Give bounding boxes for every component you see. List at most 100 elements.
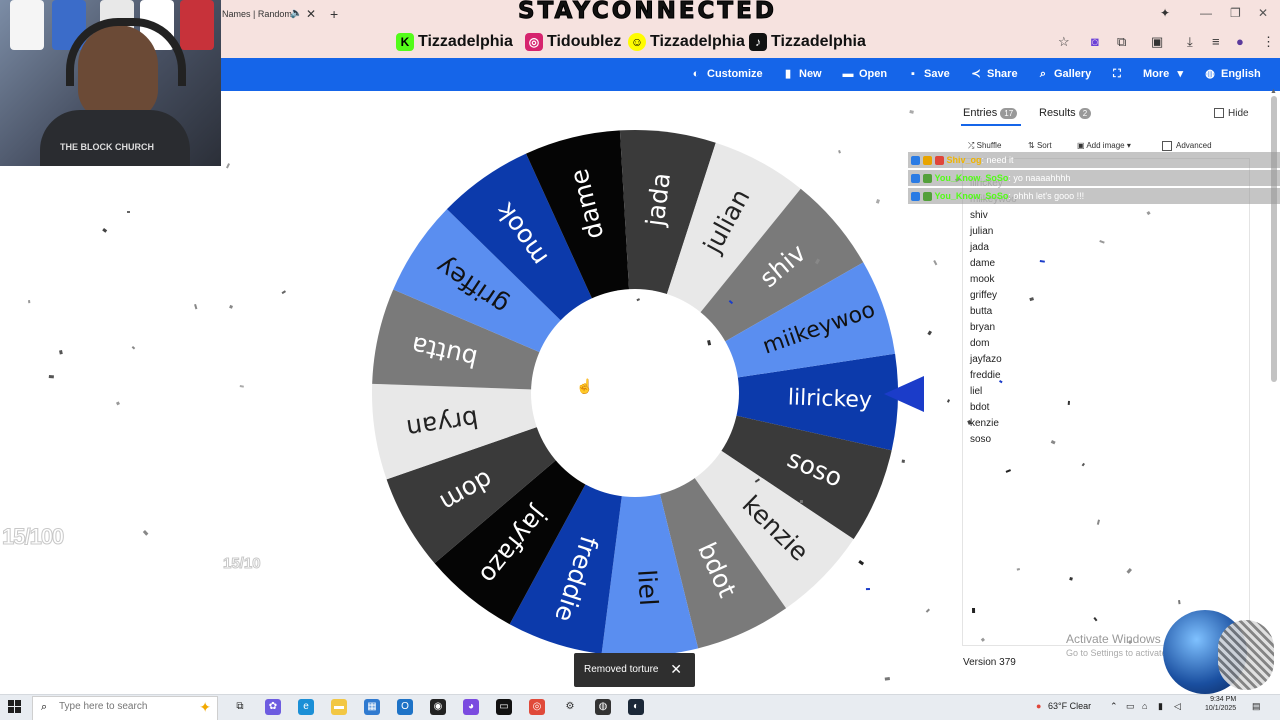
weather-text[interactable]: 63°F Clear — [1048, 701, 1091, 711]
scrollbar-thumb[interactable] — [1271, 96, 1277, 382]
media-app-icon[interactable]: ◉ — [430, 699, 446, 715]
minimize-button[interactable]: — — [1200, 6, 1212, 20]
save-button[interactable]: ▪ Save — [907, 58, 950, 91]
new-tab-button[interactable]: + — [330, 6, 338, 22]
confetti-piece — [59, 350, 63, 355]
profile-icon[interactable]: ● — [1236, 34, 1244, 49]
obs-icon[interactable]: ◍ — [595, 699, 611, 715]
browser-tab[interactable]: Names | Random 🔈 ✕ — [222, 4, 318, 24]
entry-item[interactable]: griffey — [970, 290, 997, 301]
tab-close-icon[interactable]: ✕ — [306, 7, 316, 21]
entry-item[interactable]: mook — [970, 274, 994, 285]
discord-icon[interactable]: ◕ — [463, 699, 479, 715]
network-icon[interactable]: ⌂ — [1142, 701, 1147, 711]
fullscreen-button[interactable]: ⛶ — [1111, 58, 1128, 91]
edge-icon[interactable]: e — [298, 699, 314, 715]
mic-icon[interactable]: ▮ — [1158, 701, 1163, 712]
puzzle-icon[interactable]: ⧉ — [1117, 34, 1126, 50]
windows-start-icon[interactable] — [8, 700, 22, 714]
search-icon: ⌕ — [1039, 68, 1047, 80]
toast-notification: Removed torture ✕ — [574, 653, 695, 687]
shuffle-icon: ⤮ — [968, 141, 977, 150]
entry-item[interactable]: kenzie — [970, 418, 999, 429]
copilot-icon[interactable]: ✿ — [265, 699, 281, 715]
new-label: New — [799, 68, 822, 80]
chrome-icon[interactable]: ◎ — [529, 699, 545, 715]
share-button[interactable]: ≺ Share — [970, 58, 1017, 91]
clock-date: 10/1/2025 — [1205, 705, 1237, 712]
tray-app-icon[interactable]: ▭ — [1126, 701, 1135, 712]
confetti-piece — [946, 399, 950, 403]
settings-gear-icon[interactable]: ⚙ — [562, 699, 578, 715]
tab-results[interactable]: Results 2 — [1039, 107, 1092, 119]
add-image-button[interactable]: ▣ Add image ▾ — [1077, 141, 1131, 150]
toast-close-icon[interactable]: ✕ — [670, 661, 682, 678]
shuffle-button[interactable]: ⤮ Shuffle — [968, 141, 1001, 151]
confetti-piece — [933, 259, 938, 266]
tab-entries[interactable]: Entries 17 — [963, 107, 1018, 119]
social-instagram: ◎ Tidoublez — [525, 30, 621, 54]
capcut-icon[interactable]: ▭ — [496, 699, 512, 715]
extension-star-icon[interactable]: ✦ — [1160, 6, 1170, 20]
taskbar-search[interactable]: ⌕ ✦ — [32, 696, 218, 720]
spin-wheel[interactable]: lilrickeysosokenziebdotlielfreddiejayfaz… — [370, 128, 900, 658]
advanced-checkbox[interactable]: Advanced — [1162, 141, 1212, 151]
entry-item[interactable]: dame — [970, 258, 995, 269]
bookmark-star-icon[interactable]: ☆ — [1058, 34, 1070, 50]
entry-item[interactable]: julian — [970, 226, 993, 237]
fullscreen-icon: ⛶ — [1113, 68, 1121, 80]
hide-checkbox[interactable]: Hide — [1214, 108, 1249, 119]
extension-icon[interactable]: ◙ — [1091, 34, 1099, 49]
menu-icon[interactable]: ⋮ — [1262, 34, 1275, 50]
entries-count-badge: 17 — [1000, 107, 1018, 119]
wheel-center[interactable] — [531, 289, 739, 497]
outlook-icon[interactable]: O — [397, 699, 413, 715]
download-icon[interactable]: ⤓ — [1187, 34, 1193, 50]
entries-textarea[interactable] — [962, 158, 1250, 646]
windows-taskbar: ⌕ ✦ ⧉ ✿ e ▬ ▦ O ◉ ◕ ▭ ◎ ⚙ ◍ ◐ ● 63°F Cle… — [0, 694, 1280, 720]
new-button[interactable]: ▮ New — [782, 58, 822, 91]
sidebar-icon[interactable]: ▣ — [1151, 34, 1163, 50]
entry-item[interactable]: bdot — [970, 402, 989, 413]
task-view-icon[interactable]: ⧉ — [232, 699, 248, 715]
store-icon[interactable]: ▦ — [364, 699, 380, 715]
results-count-badge: 2 — [1078, 107, 1092, 119]
wheel-segment-label: lilrickey — [787, 385, 872, 413]
tray-chevron-icon[interactable]: ⌃ — [1110, 701, 1118, 712]
close-window-button[interactable]: ✕ — [1258, 6, 1268, 20]
social-handle: Tizzadelphia — [771, 33, 866, 50]
entries-tab-label: Entries — [963, 107, 998, 119]
entry-item[interactable]: shiv — [970, 210, 988, 221]
chat-user: Shiv_og — [946, 155, 982, 165]
entry-item[interactable]: jayfazo — [970, 354, 1002, 365]
maximize-button[interactable]: ❐ — [1230, 6, 1241, 20]
sort-button[interactable]: ⇅ Sort — [1028, 141, 1052, 150]
open-button[interactable]: ▬ Open — [842, 58, 888, 91]
file-explorer-icon[interactable]: ▬ — [331, 699, 347, 715]
entry-item[interactable]: liel — [970, 386, 982, 397]
customize-button[interactable]: ◐ Customize — [690, 58, 763, 91]
entry-item[interactable]: freddie — [970, 370, 1001, 381]
language-button[interactable]: ◍ English — [1204, 58, 1261, 91]
entry-item[interactable]: dom — [970, 338, 989, 349]
gallery-button[interactable]: ⌕ Gallery — [1037, 58, 1091, 91]
steam-icon[interactable]: ◐ — [628, 699, 644, 715]
more-button[interactable]: More ▾ — [1143, 58, 1186, 91]
notification-icon[interactable]: ▤ — [1252, 701, 1261, 712]
entry-item[interactable]: bryan — [970, 322, 995, 333]
scroll-up-icon[interactable]: ▲ — [1270, 88, 1277, 95]
volume-icon[interactable]: ◁ — [1174, 701, 1181, 712]
checkbox-icon — [1162, 141, 1172, 151]
webcam-shirt-text: THE BLOCK CHURCH — [60, 142, 154, 152]
sort-label: Sort — [1036, 141, 1052, 150]
entry-item[interactable]: jada — [970, 242, 989, 253]
entry-item[interactable]: butta — [970, 306, 992, 317]
confetti-piece — [226, 163, 230, 169]
system-clock[interactable]: 9:34 PM 10/1/2025 — [1205, 695, 1236, 713]
entry-item[interactable]: soso — [970, 434, 991, 445]
confetti-piece — [102, 227, 108, 233]
taskbar-search-input[interactable] — [59, 701, 179, 712]
kick-icon: K — [396, 33, 414, 51]
skull-logo — [1218, 620, 1274, 690]
playlist-icon[interactable]: ≡ — [1212, 34, 1220, 49]
